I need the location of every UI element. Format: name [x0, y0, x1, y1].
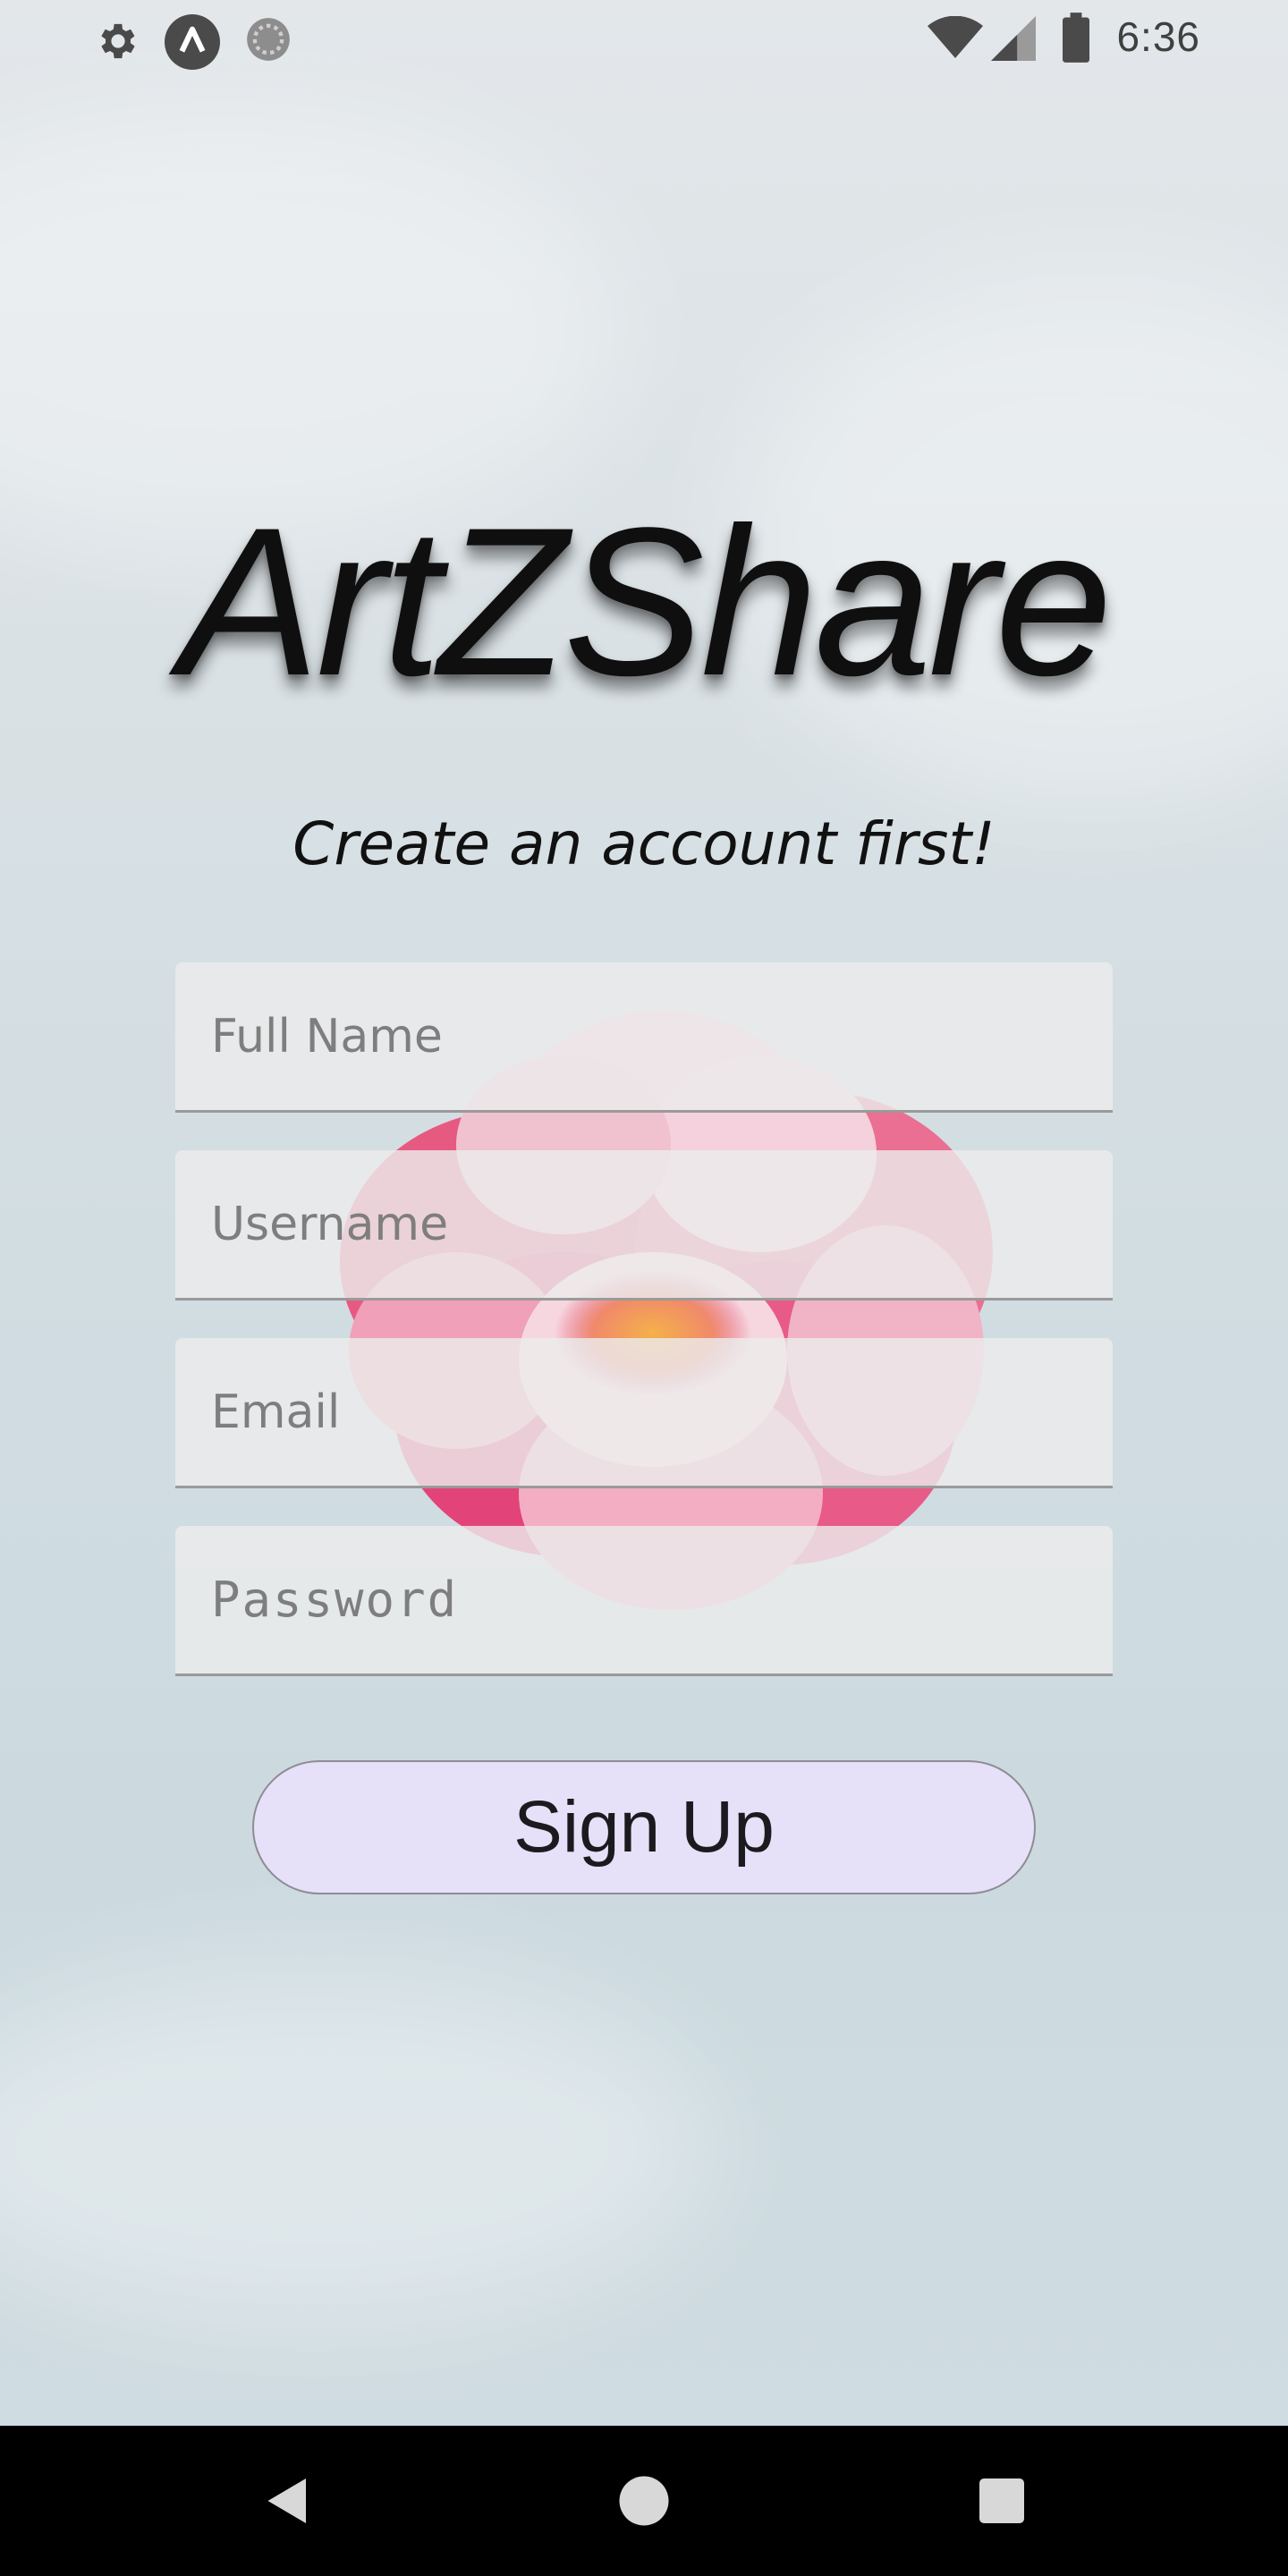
password-input[interactable]	[211, 1526, 1070, 1674]
loading-circle-icon	[245, 16, 292, 66]
app-title: ArtZShare	[179, 484, 1112, 720]
system-navigation-bar	[0, 2426, 1288, 2576]
full-name-field[interactable]	[175, 962, 1113, 1113]
page-subtitle: Create an account first!	[292, 809, 996, 878]
email-field[interactable]	[175, 1338, 1113, 1488]
email-input[interactable]	[211, 1338, 1070, 1486]
back-triangle-icon[interactable]	[261, 2474, 315, 2528]
wifi-icon	[927, 15, 984, 64]
status-time: 6:36	[1116, 13, 1200, 60]
recents-square-icon[interactable]	[975, 2474, 1029, 2528]
username-field[interactable]	[175, 1150, 1113, 1301]
signup-screen: 6:36 ArtZShare Create an account first! …	[0, 0, 1288, 2426]
username-input[interactable]	[211, 1150, 1070, 1298]
status-bar: 6:36	[0, 0, 1288, 75]
home-circle-icon[interactable]	[617, 2474, 671, 2528]
cell-signal-icon	[991, 16, 1036, 64]
full-name-input[interactable]	[211, 962, 1070, 1110]
password-field[interactable]	[175, 1526, 1113, 1676]
settings-gear-icon	[95, 18, 141, 68]
app-a-icon	[165, 14, 220, 73]
sign-up-button[interactable]: Sign Up	[252, 1760, 1036, 1894]
battery-icon	[1063, 13, 1089, 66]
background-cloud	[0, 1968, 716, 2326]
